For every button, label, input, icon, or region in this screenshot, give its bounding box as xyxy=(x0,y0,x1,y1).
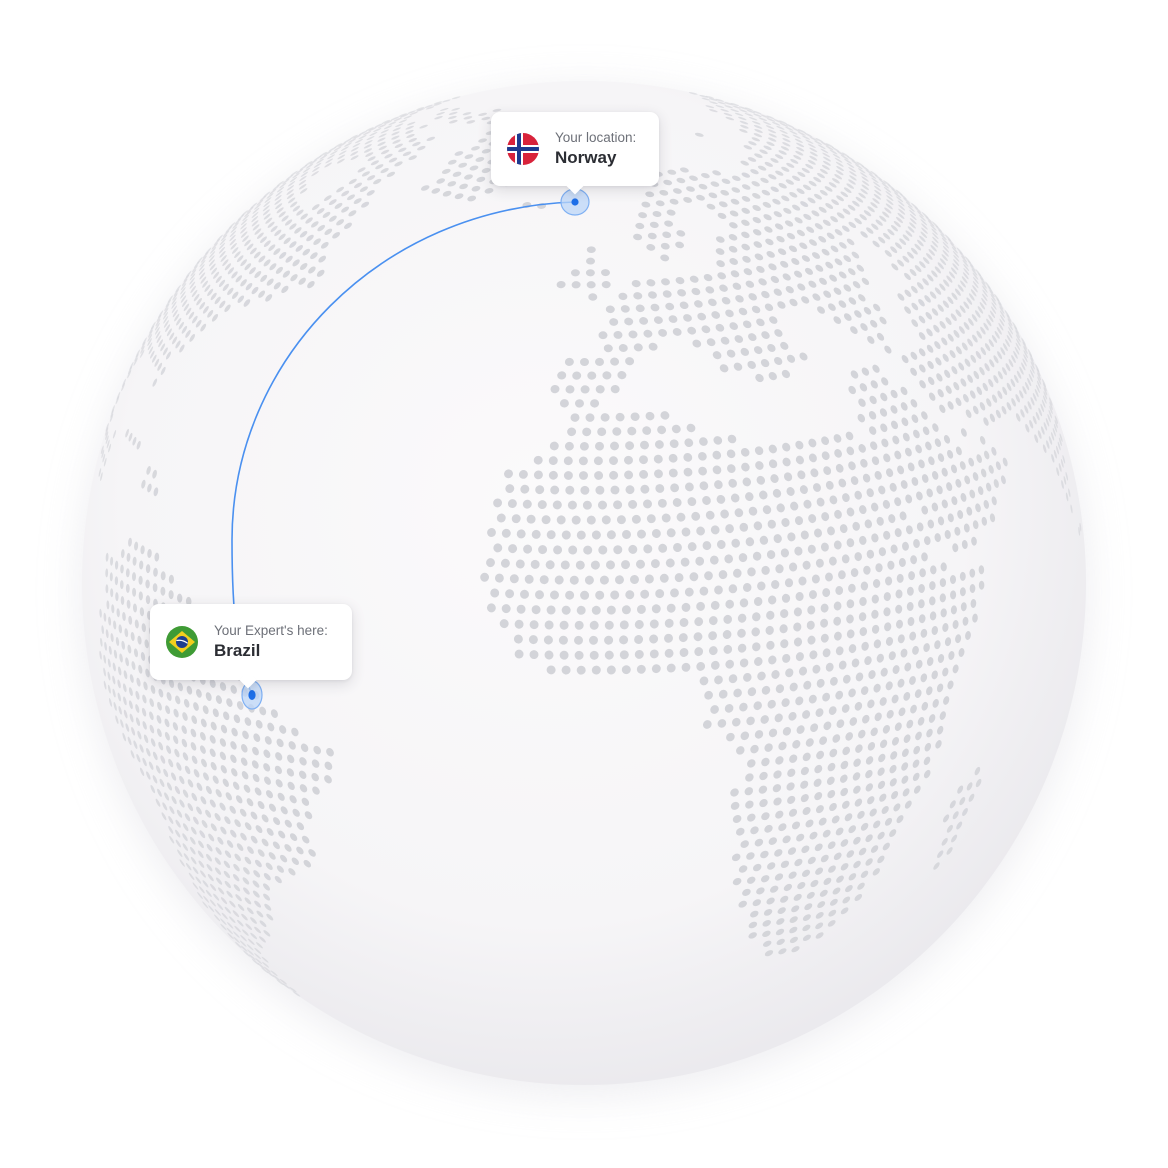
location-card-brazil[interactable]: Your Expert's here: Brazil xyxy=(150,604,352,680)
land-dot xyxy=(978,580,985,590)
location-caption: Your location: xyxy=(555,130,637,145)
land-dot xyxy=(580,385,590,394)
land-dot xyxy=(579,471,588,480)
marker-dot xyxy=(248,690,256,700)
location-country: Norway xyxy=(555,148,617,167)
land-dot xyxy=(784,578,794,588)
globe-map: Your location: Norway Your Expert's here… xyxy=(0,0,1168,1168)
norway-flag-icon xyxy=(507,133,539,165)
location-country: Brazil xyxy=(214,641,261,660)
land-dot xyxy=(885,576,893,586)
brazil-flag-icon xyxy=(166,626,198,658)
land-dot xyxy=(580,357,589,367)
land-dot xyxy=(798,576,807,586)
land-dot xyxy=(145,579,150,589)
land-dot xyxy=(580,485,590,495)
land-dot xyxy=(578,456,588,466)
land-dot xyxy=(939,578,947,588)
location-caption: Your Expert's here: xyxy=(214,623,328,638)
marker-dot xyxy=(571,198,579,206)
land-dot xyxy=(771,580,780,589)
land-dot xyxy=(872,579,881,588)
land-dot xyxy=(929,581,936,591)
land-dot xyxy=(579,441,589,451)
location-card-norway[interactable]: Your location: Norway xyxy=(491,112,659,186)
land-dot xyxy=(120,580,124,590)
